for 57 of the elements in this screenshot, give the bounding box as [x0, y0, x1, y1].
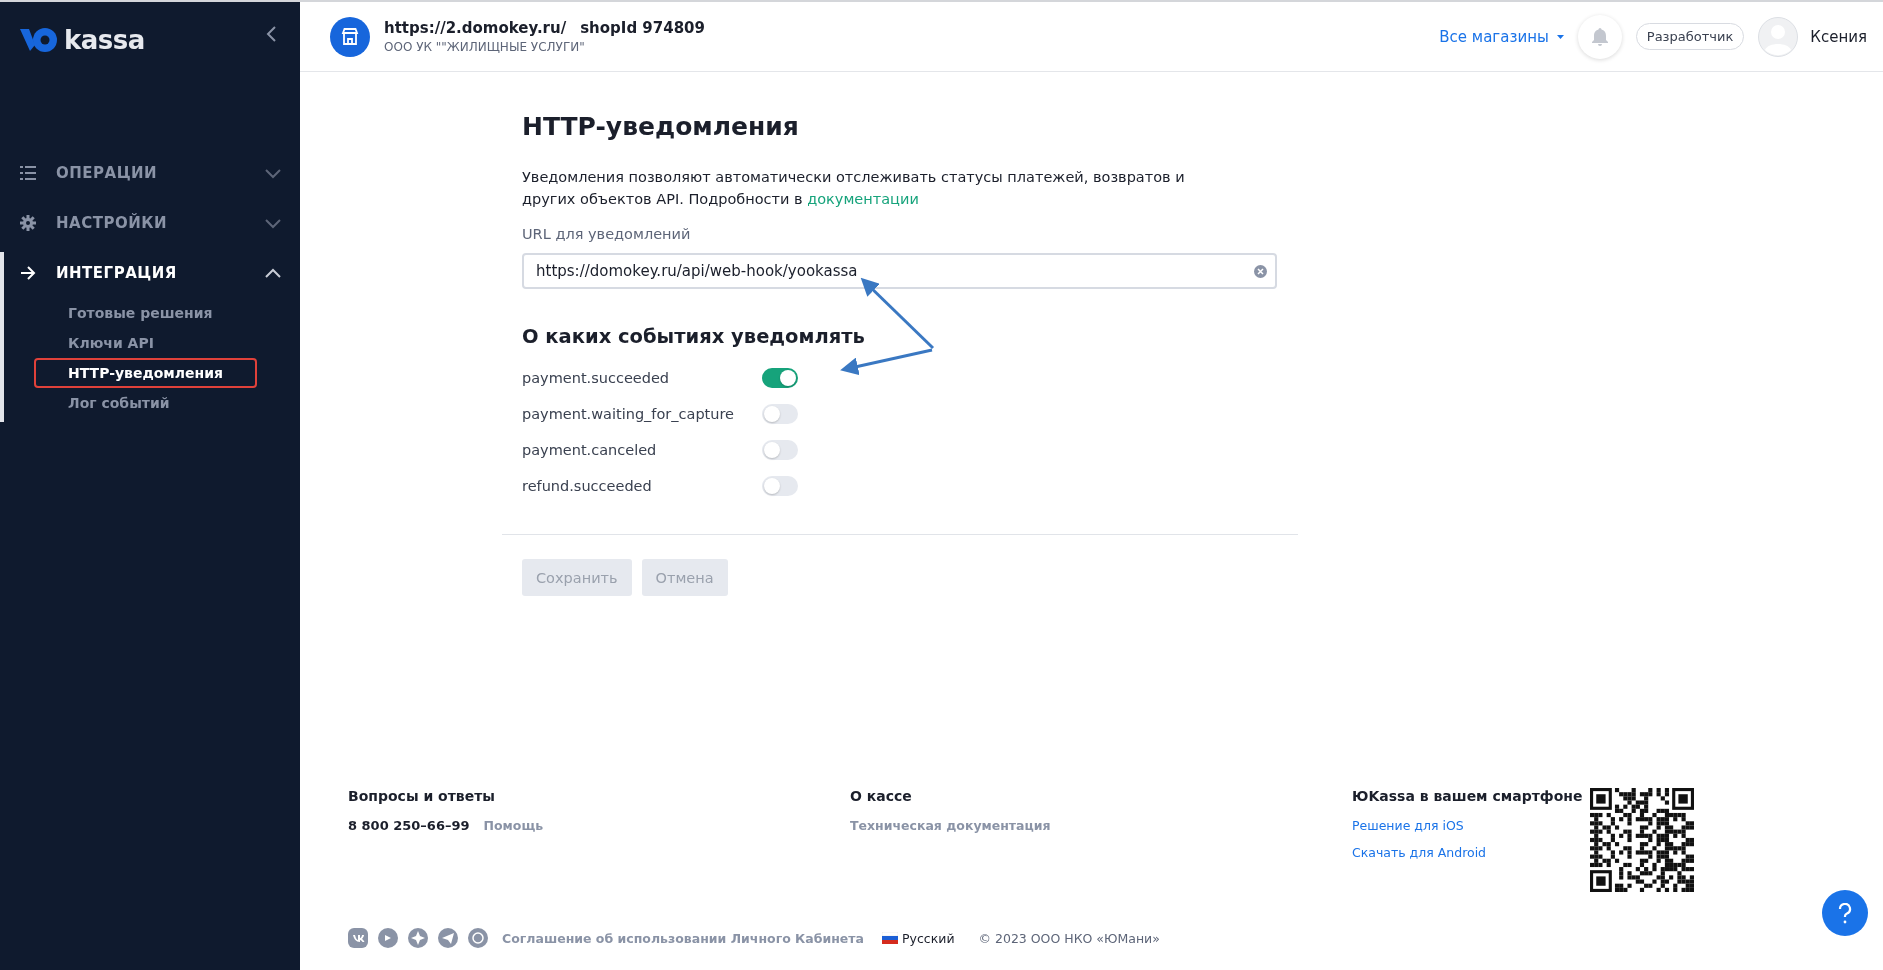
language-selector[interactable]: Русский [902, 930, 955, 946]
bell-icon [1590, 27, 1609, 46]
sidebar-item[interactable]: Готовые решения [68, 298, 213, 328]
app-link[interactable]: Решение для iOS [1352, 818, 1464, 833]
app-link[interactable]: Скачать для Android [1352, 845, 1487, 860]
russian-flag-icon [882, 932, 899, 944]
toggle-switch[interactable] [762, 368, 798, 388]
footer-link[interactable]: Помощь [483, 818, 544, 833]
notifications-button[interactable] [1577, 14, 1622, 59]
event-label: payment.waiting_for_capture [522, 406, 736, 422]
sidebar-section[interactable]: НАСТРОЙКИ [56, 214, 244, 232]
sidebar-item[interactable]: Ключи API [68, 328, 154, 358]
footer-heading: Вопросы и ответы [348, 788, 496, 804]
avatar-icon [1758, 16, 1799, 57]
description-text: Уведомления позволяют автоматически отслеживать статусы платежей, возвратов и других объектов API. Подробности в документации [522, 168, 1186, 209]
toggle-switch[interactable] [762, 440, 798, 460]
toggle-switch[interactable] [762, 404, 798, 424]
sidebar-section[interactable]: ОПЕРАЦИИ [56, 164, 244, 182]
dropdown-caret-icon [1556, 34, 1564, 39]
arrow-icon [20, 265, 36, 281]
sidebar-item[interactable]: HTTP-уведомления [68, 360, 224, 386]
sidebar-item[interactable]: Лог событий [68, 388, 170, 418]
user-name[interactable]: Ксения [1810, 27, 1867, 46]
footer-link[interactable]: Техническая документация [850, 818, 1051, 833]
shop-id: shopId 974809 [580, 19, 705, 37]
gear-icon [20, 215, 36, 231]
store-url: https://2.domokey.ru/ [384, 19, 567, 37]
agreement-link[interactable]: Соглашение об использовании Личного Кабинета [502, 930, 865, 946]
documentation-link[interactable]: документации [807, 191, 919, 207]
logo-icon [20, 25, 58, 55]
url-input-field[interactable]: https://domokey.ru/api/web-hook/yookassa [522, 253, 1277, 289]
event-label: payment.canceled [522, 442, 658, 458]
store-dropdown[interactable]: Все магазины [1439, 27, 1564, 46]
page-title: HTTP-уведомления [522, 112, 800, 143]
collapse-icon[interactable] [266, 26, 277, 42]
list-icon [20, 165, 36, 181]
footer-heading: О кассе [850, 788, 913, 804]
developer-button[interactable]: Разработчик [1635, 23, 1745, 50]
copyright-text: © 2023 ООО НКО «ЮМани» [978, 930, 1160, 946]
star-icon[interactable] [408, 928, 428, 948]
field-label: URL для уведомлений [522, 226, 692, 242]
event-label: payment.succeeded [522, 370, 671, 386]
paper-plane-icon[interactable] [438, 928, 458, 948]
help-button[interactable] [1822, 890, 1868, 936]
clear-icon[interactable] [1254, 264, 1267, 278]
toggle-switch[interactable] [762, 476, 798, 496]
section-title: О каких событиях уведомлять [522, 325, 866, 348]
question-mark-icon [1836, 902, 1854, 924]
event-label: refund.succeeded [522, 478, 653, 494]
phone-number: 8 800 250–66–99 [348, 818, 470, 833]
footer-heading: ЮKassa в вашем смартфоне [1352, 788, 1584, 804]
logo-text: kassa [64, 25, 145, 55]
sidebar-section[interactable]: ИНТЕГРАЦИЯ [56, 264, 244, 282]
organization-name: ООО УК ""ЖИЛИЩНЫЕ УСЛУГИ" [384, 40, 586, 54]
play-icon[interactable] [378, 928, 398, 948]
vk-icon[interactable] [348, 928, 368, 948]
store-icon [330, 16, 370, 57]
